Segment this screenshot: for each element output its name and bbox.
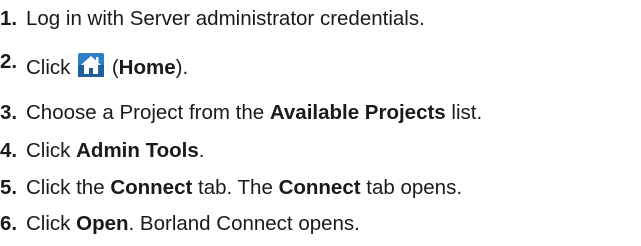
ui-term-connect-2: Connect <box>278 176 361 199</box>
step-suffix: . <box>198 139 205 162</box>
step-number: 5. <box>0 176 18 199</box>
step-1: 1. Log in with Server administrator crede… <box>0 7 425 31</box>
step-4: 4. Click Admin Tools. <box>0 139 204 163</box>
step-number: 2. <box>0 50 18 73</box>
ui-term-admin-tools: Admin Tools <box>76 139 199 162</box>
ui-term-open: Open <box>76 212 129 235</box>
step-middle: tab. The <box>198 176 273 199</box>
step-number: 1. <box>0 7 18 30</box>
step-suffix: list. <box>451 101 483 124</box>
home-icon <box>78 53 105 77</box>
step-prefix: Choose a Project from the <box>26 101 265 124</box>
step-2: 2. Click (Home). <box>0 50 189 80</box>
ui-term-connect: Connect <box>110 176 193 199</box>
step-5: 5. Click the Connect tab. The Connect tab… <box>0 176 462 200</box>
step-suffix: . Borland Connect opens. <box>128 212 360 235</box>
ui-term-home: Home <box>118 56 176 79</box>
step-text: Log in with Server administrator credent… <box>26 7 425 30</box>
step-6: 6. Click Open. Borland Connect opens. <box>0 212 360 236</box>
step-number: 3. <box>0 101 18 124</box>
step-number: 4. <box>0 139 18 162</box>
paren-close: ). <box>175 56 189 79</box>
ui-term-available-projects: Available Projects <box>269 101 446 124</box>
step-prefix: Click <box>26 139 71 162</box>
step-number: 6. <box>0 212 18 235</box>
step-prefix: Click <box>26 56 71 79</box>
step-3: 3. Choose a Project from the Available Pr… <box>0 101 482 125</box>
step-prefix: Click <box>26 212 71 235</box>
step-suffix: tab opens. <box>366 176 463 199</box>
step-prefix: Click the <box>26 176 105 199</box>
paren-open: ( <box>111 56 119 79</box>
